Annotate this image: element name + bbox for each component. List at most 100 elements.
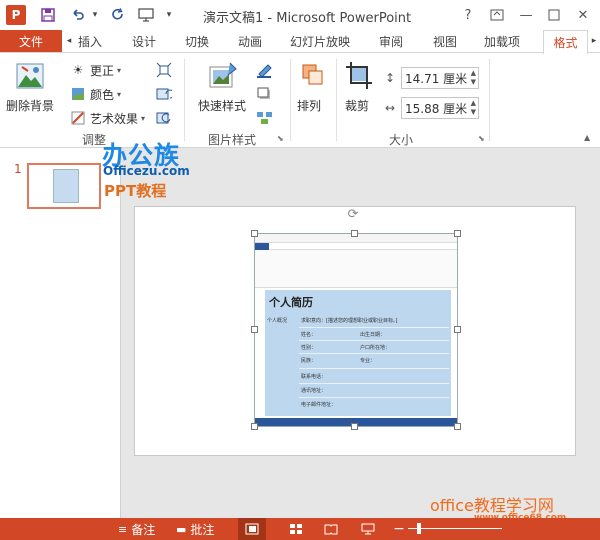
- resume-field: 性别：: [301, 345, 317, 351]
- shape-width-value: 15.88 厘米: [405, 101, 468, 116]
- slideshow-view-button[interactable]: [357, 518, 379, 540]
- shape-width-input[interactable]: 15.88 厘米 ▲ ▼: [401, 97, 479, 119]
- arrange-label: 排列: [297, 99, 322, 113]
- arrange-button[interactable]: 排列: [296, 57, 328, 127]
- group-divider: [184, 59, 185, 141]
- crop-icon: [345, 61, 373, 91]
- zoom-slider[interactable]: [408, 528, 502, 529]
- resize-handle[interactable]: [251, 230, 258, 237]
- zoom-out-button[interactable]: −: [393, 518, 405, 540]
- zoom-slider-thumb[interactable]: [417, 523, 421, 534]
- resume-field: 户口所在地：: [360, 345, 391, 351]
- tab-scroll-left-icon[interactable]: ◂: [64, 33, 74, 49]
- chevron-down-icon: ▾: [141, 113, 146, 123]
- tab-review[interactable]: 审阅: [379, 30, 403, 52]
- dialog-launcher-icon[interactable]: ⬊: [277, 134, 286, 143]
- shape-height-value: 14.71 厘米: [405, 71, 468, 86]
- resize-handle[interactable]: [351, 230, 358, 237]
- notes-button[interactable]: ≡ 备注: [118, 518, 155, 540]
- sun-icon: ☀: [72, 63, 84, 77]
- corrections-button[interactable]: ☀ 更正 ▾: [70, 61, 121, 79]
- remove-background-button[interactable]: 删除背景: [4, 57, 56, 127]
- start-slideshow-icon[interactable]: [136, 5, 156, 25]
- redo-icon[interactable]: [110, 5, 126, 25]
- tab-view[interactable]: 视图: [433, 30, 457, 52]
- tab-design[interactable]: 设计: [132, 30, 156, 52]
- resize-handle[interactable]: [454, 423, 461, 430]
- quick-styles-button[interactable]: 快速样式: [196, 57, 252, 127]
- tab-addins[interactable]: 加载项: [484, 30, 520, 52]
- resume-title: 个人简历: [269, 296, 313, 309]
- customize-toolbar-icon[interactable]: ▾: [163, 5, 175, 25]
- picture-word-ribbon: [255, 250, 457, 288]
- width-spinner-icon[interactable]: ▲ ▼: [471, 99, 476, 117]
- title-bar: P ▾ ▾ 演示文稿1 - Microsoft PowerPoint ? — ✕: [0, 0, 600, 30]
- resume-intent: 求职意向：[描述您的理想职业或职业目标。]: [301, 318, 398, 324]
- ribbon: 删除背景 ☀ 更正 ▾ 颜色 ▾ 艺术效果 ▾ 调整 快速样式 图片样式 ⬊ 排…: [0, 52, 600, 148]
- powerpoint-app-icon[interactable]: P: [6, 5, 26, 25]
- save-icon[interactable]: [40, 5, 56, 25]
- resize-handle[interactable]: [251, 423, 258, 430]
- picture-effects-icon[interactable]: [254, 85, 276, 103]
- picture-styles-group-label: 图片样式: [208, 133, 257, 147]
- slide-thumbnail[interactable]: [27, 163, 101, 209]
- slide-sorter-view-button[interactable]: [285, 518, 307, 540]
- tab-format[interactable]: 格式: [543, 30, 588, 54]
- change-picture-icon[interactable]: [153, 85, 175, 103]
- rotate-handle-icon[interactable]: ⟳: [346, 207, 360, 222]
- crop-button[interactable]: 裁剪: [343, 57, 375, 127]
- size-group-label: 大小: [389, 133, 414, 147]
- undo-icon[interactable]: [70, 5, 86, 25]
- tab-file[interactable]: 文件: [0, 30, 62, 52]
- resume-field: 联系电话：: [301, 374, 327, 380]
- resize-handle[interactable]: [351, 423, 358, 430]
- minimize-icon[interactable]: —: [518, 4, 534, 26]
- reading-view-icon: [324, 524, 338, 535]
- picture-border-icon[interactable]: [254, 61, 276, 79]
- width-icon: ↔: [384, 101, 396, 115]
- resume-field: 出生日期：: [360, 332, 386, 338]
- arrange-icon: [300, 61, 326, 91]
- group-divider: [336, 59, 337, 141]
- tab-slideshow[interactable]: 幻灯片放映: [290, 30, 350, 52]
- tab-transitions[interactable]: 切换: [185, 30, 209, 52]
- undo-dropdown-icon[interactable]: ▾: [90, 5, 100, 25]
- tab-scroll-right-icon[interactable]: ▸: [589, 33, 599, 49]
- reading-view-button[interactable]: [320, 518, 342, 540]
- shape-height-input[interactable]: 14.71 厘米 ▲ ▼: [401, 67, 479, 89]
- group-divider: [489, 59, 490, 141]
- artistic-effects-label: 艺术效果: [90, 111, 139, 126]
- shape-height-row: ↕ 14.71 厘米 ▲ ▼: [381, 67, 481, 89]
- comments-label: 批注: [190, 522, 215, 537]
- crop-label: 裁剪: [345, 99, 370, 113]
- artistic-effects-button[interactable]: 艺术效果 ▾: [70, 109, 145, 127]
- table-rule: [299, 383, 449, 384]
- dialog-launcher-icon[interactable]: ⬊: [478, 134, 487, 143]
- resize-handle[interactable]: [251, 326, 258, 333]
- corrections-label: 更正: [90, 63, 115, 78]
- notes-label: 备注: [131, 522, 156, 537]
- compress-pictures-icon[interactable]: [153, 61, 175, 79]
- picture-layout-icon[interactable]: [254, 109, 276, 127]
- table-rule: [299, 368, 449, 369]
- resize-handle[interactable]: [454, 326, 461, 333]
- quick-styles-label: 快速样式: [198, 99, 247, 113]
- close-icon[interactable]: ✕: [574, 4, 592, 26]
- resize-handle[interactable]: [454, 230, 461, 237]
- reset-picture-icon[interactable]: [153, 109, 175, 127]
- help-icon[interactable]: ?: [460, 4, 476, 26]
- color-button[interactable]: 颜色 ▾: [70, 85, 121, 103]
- collapse-ribbon-icon[interactable]: ▲: [584, 133, 590, 142]
- notes-icon: ≡: [118, 522, 128, 536]
- picture-file-tab: [255, 243, 269, 250]
- resume-section-label: 个人概况: [267, 318, 288, 324]
- height-spinner-icon[interactable]: ▲ ▼: [471, 69, 476, 87]
- ribbon-display-options-icon[interactable]: [489, 4, 505, 26]
- maximize-icon[interactable]: [546, 4, 562, 26]
- normal-view-button[interactable]: [238, 518, 266, 540]
- tab-animations[interactable]: 动画: [238, 30, 262, 52]
- thumbnail-picture: [53, 169, 79, 203]
- comments-button[interactable]: ▬ 批注: [176, 518, 214, 540]
- selected-picture[interactable]: 个人简历 个人概况 求职意向：[描述您的理想职业或职业目标。] 姓名： 出生日期…: [254, 233, 458, 427]
- tab-insert[interactable]: 插入: [78, 30, 102, 52]
